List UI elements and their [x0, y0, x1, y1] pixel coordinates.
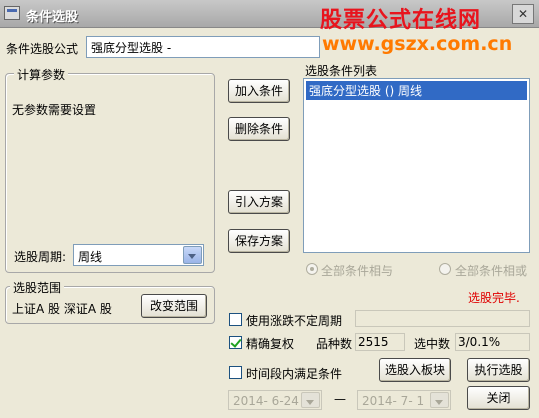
all-or-radio[interactable] — [439, 263, 451, 275]
select-to-block-button[interactable]: 选股入板块 — [379, 358, 451, 382]
list-item[interactable]: 强底分型选股 () 周线 — [306, 81, 527, 100]
formula-label: 条件选股公式 — [6, 42, 79, 56]
count-value: 2515 — [355, 333, 405, 351]
add-condition-button[interactable]: 加入条件 — [228, 79, 290, 103]
start-date: 2014- 6-24 — [233, 394, 299, 408]
all-and-radio[interactable] — [306, 263, 318, 275]
precise-adjust-label: 精确复权 — [246, 337, 295, 351]
progress-bar — [355, 310, 530, 327]
chevron-down-icon[interactable] — [301, 392, 320, 408]
delete-condition-button[interactable]: 删除条件 — [228, 117, 290, 141]
formula-field[interactable]: 强底分型选股 - — [86, 36, 320, 58]
execute-button[interactable]: 执行选股 — [467, 358, 530, 382]
precise-adjust-checkbox[interactable] — [229, 336, 242, 349]
all-and-label: 全部条件相与 — [321, 264, 394, 278]
count-label: 品种数 — [316, 337, 353, 351]
period-label: 选股周期: — [14, 250, 67, 264]
save-plan-button[interactable]: 保存方案 — [228, 229, 290, 253]
uncertain-period-checkbox[interactable] — [229, 313, 242, 326]
selected-value: 3/0.1% — [455, 333, 530, 351]
end-date: 2014- 7- 1 — [362, 394, 425, 408]
date-separator: — — [334, 392, 346, 406]
start-date-picker[interactable]: 2014- 6-24 — [228, 390, 322, 410]
uncertain-period-label: 使用涨跌不定周期 — [246, 314, 343, 328]
range-value: 上证A 股 深证A 股 — [12, 302, 112, 316]
watermark-url: www.gszx.com.cn — [322, 33, 513, 55]
params-group-title: 计算参数 — [14, 66, 69, 83]
window-title: 条件选股 — [26, 10, 79, 25]
condition-list[interactable]: 强底分型选股 () 周线 — [303, 78, 530, 253]
range-group-title: 选股范围 — [10, 279, 65, 296]
end-date-picker[interactable]: 2014- 7- 1 — [357, 390, 451, 410]
import-plan-button[interactable]: 引入方案 — [228, 190, 290, 214]
condition-list-label: 选股条件列表 — [305, 64, 378, 78]
params-message: 无参数需要设置 — [12, 103, 97, 117]
watermark-title: 股票公式在线网 — [320, 8, 482, 33]
app-icon — [4, 6, 20, 20]
period-value: 周线 — [78, 250, 103, 264]
selected-label: 选中数 — [414, 337, 451, 351]
status-text: 选股完毕. — [468, 291, 520, 305]
chevron-down-icon[interactable] — [430, 392, 449, 408]
period-select[interactable]: 周线 — [73, 244, 204, 266]
all-or-label: 全部条件相或 — [455, 264, 528, 278]
close-window-button[interactable]: ✕ — [512, 4, 534, 24]
change-range-button[interactable]: 改变范围 — [141, 294, 207, 318]
time-period-checkbox[interactable] — [229, 366, 242, 379]
chevron-down-icon[interactable] — [183, 246, 202, 264]
close-button[interactable]: 关闭 — [467, 386, 530, 410]
time-period-label: 时间段内满足条件 — [246, 367, 343, 381]
